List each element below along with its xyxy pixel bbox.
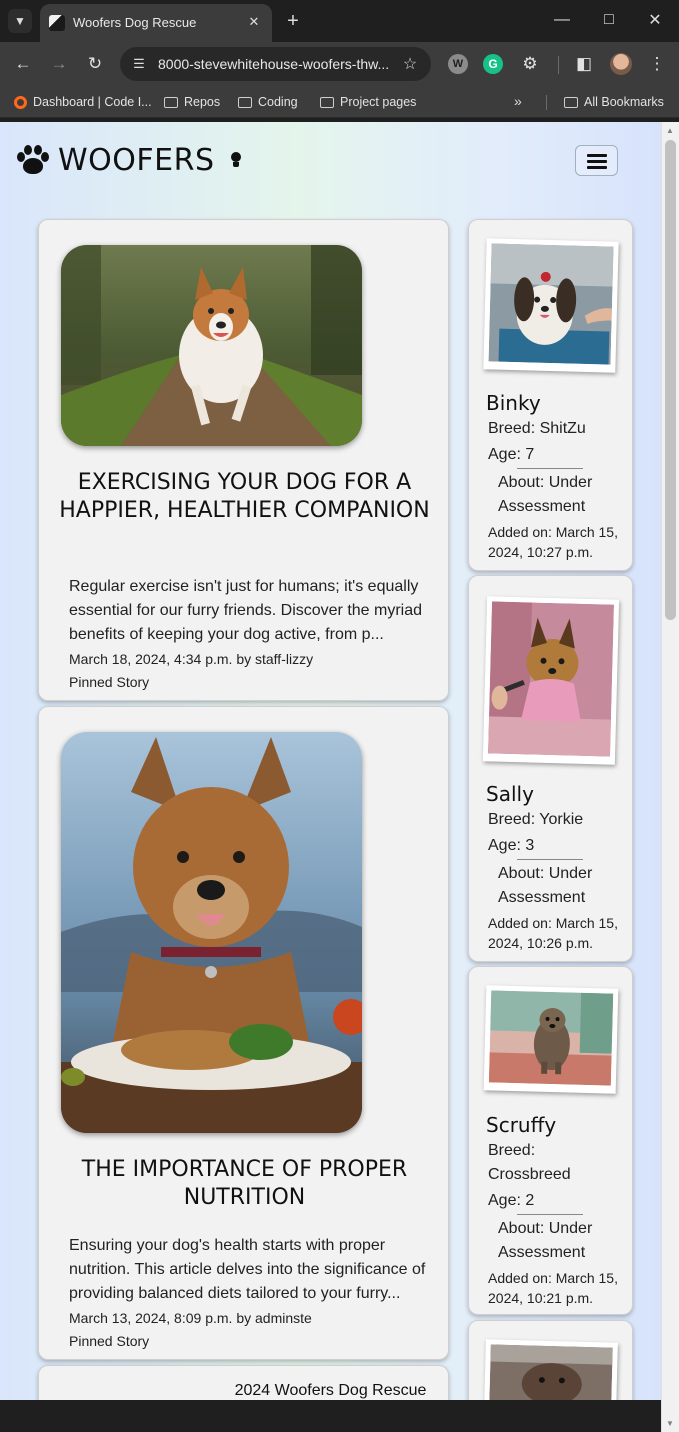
lightbulb-icon[interactable] xyxy=(230,152,242,168)
menu-kebab-icon[interactable]: ⋮ xyxy=(645,52,669,76)
site-logo[interactable]: WOOFERS xyxy=(16,142,215,178)
divider xyxy=(517,1214,583,1215)
tab-favicon-icon xyxy=(49,15,65,31)
dog-age: Age: 2 xyxy=(488,1192,535,1209)
extensions-puzzle-icon[interactable]: ⚙ xyxy=(518,52,542,76)
scroll-up-arrow-icon[interactable]: ▲ xyxy=(666,126,674,135)
bookmark-project-pages[interactable]: Project pages xyxy=(320,93,416,111)
back-arrow-icon[interactable]: ← xyxy=(11,52,35,76)
scroll-thumb[interactable] xyxy=(665,140,676,620)
post-card[interactable]: EXERCISING YOUR DOG FOR A HAPPIER, HEALT… xyxy=(38,219,449,701)
tab-title: Woofers Dog Rescue xyxy=(73,15,197,30)
side-panel-icon[interactable]: ◧ xyxy=(572,52,596,76)
paw-icon xyxy=(16,144,50,176)
folder-icon xyxy=(320,96,334,108)
post-title[interactable]: THE IMPORTANCE OF PROPER NUTRITION xyxy=(49,1156,440,1212)
codeinstitute-icon xyxy=(14,95,27,109)
post-image-dog-with-food[interactable] xyxy=(61,732,362,1133)
dog-added-date: Added on: March 15, 2024, 10:27 p.m. xyxy=(488,524,618,560)
dog-name[interactable]: Scruffy xyxy=(486,1113,556,1137)
tab-search-button[interactable]: ▼ xyxy=(8,9,32,33)
bookmark-label: Coding xyxy=(258,95,298,109)
divider xyxy=(517,468,583,469)
dog-photo[interactable] xyxy=(482,596,620,765)
scroll-down-arrow-icon[interactable]: ▼ xyxy=(666,1419,674,1428)
bookmark-dashboard[interactable]: Dashboard | Code I... xyxy=(14,93,152,111)
url-text[interactable]: 8000-stevewhitehouse-woofers-thw... xyxy=(158,56,394,72)
close-tab-icon[interactable]: ✕ xyxy=(244,12,264,32)
brand-name: WOOFERS xyxy=(58,142,215,178)
divider xyxy=(517,859,583,860)
folder-icon xyxy=(564,96,578,108)
pinned-label: Pinned Story xyxy=(69,674,150,690)
dog-about: About: Under Assessment xyxy=(498,1220,593,1261)
tab-strip: ▼ Woofers Dog Rescue ✕ + — □ ✕ xyxy=(0,0,679,42)
folder-icon xyxy=(238,96,252,108)
dog-card[interactable]: Scruffy Breed: Crossbreed Age: 2 About: … xyxy=(468,966,633,1315)
dog-photo[interactable] xyxy=(483,985,619,1094)
page-viewport: WOOFERS EXERCISING YOUR DOG FOR A HAPPIE… xyxy=(0,122,661,1400)
post-title[interactable]: EXERCISING YOUR DOG FOR A HAPPIER, HEALT… xyxy=(49,469,440,525)
site-info-icon[interactable]: ☰ xyxy=(128,53,150,75)
dog-breed: Breed: ShitZu xyxy=(488,420,586,437)
extension-w-icon[interactable]: W xyxy=(448,54,468,74)
bookmark-label: Repos xyxy=(184,95,221,109)
profile-avatar[interactable] xyxy=(610,53,632,75)
dog-age: Age: 7 xyxy=(488,446,535,463)
post-excerpt: Regular exercise isn't just for humans; … xyxy=(69,578,423,643)
minimize-button[interactable]: — xyxy=(547,8,577,32)
dog-breed: Breed: Yorkie xyxy=(488,811,584,828)
active-tab[interactable]: Woofers Dog Rescue ✕ xyxy=(40,4,272,42)
dog-about: About: Under Assessment xyxy=(498,865,593,906)
site-footer: 2024 Woofers Dog Rescue xyxy=(0,1378,661,1400)
more-bookmarks-chevron-icon[interactable]: » xyxy=(514,93,522,109)
browser-toolbar: ← → ↻ ☰ 8000-stevewhitehouse-woofers-thw… xyxy=(0,42,679,86)
reload-icon[interactable]: ↻ xyxy=(83,52,107,76)
dog-name[interactable]: Sally xyxy=(486,782,534,806)
bookmark-star-icon[interactable]: ☆ xyxy=(399,53,421,75)
bookmarks-bar: Dashboard | Code I... Repos Coding Proje… xyxy=(0,86,679,118)
dog-added-date: Added on: March 15, 2024, 10:26 p.m. xyxy=(488,915,618,951)
toolbar-divider xyxy=(558,56,559,74)
dog-about: About: Under Assessment xyxy=(498,474,593,515)
post-card[interactable]: THE IMPORTANCE OF PROPER NUTRITION Ensur… xyxy=(38,706,449,1360)
bookmark-label: All Bookmarks xyxy=(584,95,664,109)
forward-arrow-icon[interactable]: → xyxy=(47,52,71,76)
dog-photo[interactable] xyxy=(483,238,619,373)
bookmark-coding[interactable]: Coding xyxy=(238,93,298,111)
window-close-button[interactable]: ✕ xyxy=(640,8,670,32)
post-meta: March 13, 2024, 8:09 p.m. by adminste xyxy=(69,1310,312,1326)
bookmark-label: Project pages xyxy=(340,95,417,109)
dog-card[interactable]: Sally Breed: Yorkie Age: 3 About: Under … xyxy=(468,575,633,962)
dog-added-date: Added on: March 15, 2024, 10:21 p.m. xyxy=(488,1270,618,1306)
post-image-running-dog[interactable] xyxy=(61,245,362,446)
bookmark-repos[interactable]: Repos xyxy=(164,93,220,111)
nav-toggle-button[interactable] xyxy=(575,145,618,176)
page-scrollbar[interactable]: ▲ ▼ xyxy=(661,122,679,1432)
folder-icon xyxy=(164,96,178,108)
post-meta: March 18, 2024, 4:34 p.m. by staff-lizzy xyxy=(69,651,314,667)
new-tab-button[interactable]: + xyxy=(281,9,305,33)
maximize-button[interactable]: □ xyxy=(594,8,624,32)
bookmark-label: Dashboard | Code I... xyxy=(33,95,152,109)
pinned-label: Pinned Story xyxy=(69,1333,150,1349)
footer-copyright: 2024 Woofers Dog Rescue xyxy=(234,1382,427,1399)
dog-age: Age: 3 xyxy=(488,837,535,854)
dog-card[interactable]: Binky Breed: ShitZu Age: 7 About: Under … xyxy=(468,219,633,571)
all-bookmarks[interactable]: All Bookmarks xyxy=(564,93,664,111)
dog-name[interactable]: Binky xyxy=(486,391,541,415)
dog-breed: Breed: Crossbreed xyxy=(488,1142,571,1183)
grammarly-extension-icon[interactable]: G xyxy=(483,54,503,74)
address-bar[interactable]: ☰ 8000-stevewhitehouse-woofers-thw... ☆ xyxy=(120,47,431,81)
post-excerpt: Ensuring your dog's health starts with p… xyxy=(69,1237,426,1302)
bookmarks-divider xyxy=(546,95,547,110)
